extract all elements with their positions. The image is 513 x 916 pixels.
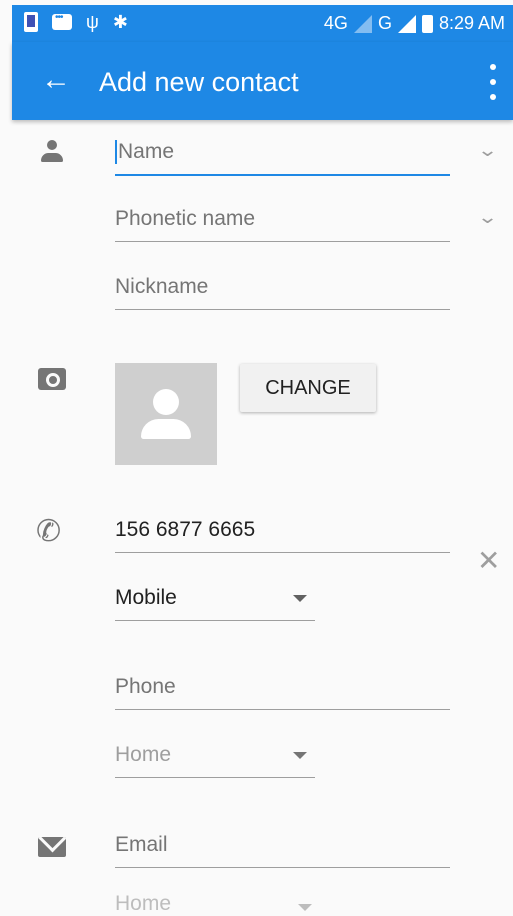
page-title: Add new contact xyxy=(99,67,299,97)
dropdown-caret-icon xyxy=(293,595,307,602)
email-icon xyxy=(38,837,66,857)
system-indicators: 4G G 8:29 AM xyxy=(324,13,505,34)
camera-icon xyxy=(38,368,66,390)
phone-field[interactable]: 156 6877 6665 xyxy=(115,508,450,553)
debug-icon: ✱ xyxy=(112,12,128,32)
phone2-placeholder: Phone xyxy=(115,675,176,698)
signal-icon-sim2 xyxy=(397,14,416,33)
phonetic-name-field[interactable]: Phonetic name xyxy=(115,197,450,242)
person-icon xyxy=(40,140,64,164)
app-toolbar: ← Add new contact xyxy=(12,42,513,120)
back-arrow-icon[interactable]: ← xyxy=(38,60,74,100)
usb-icon: ψ xyxy=(86,12,99,32)
dropdown-caret-icon xyxy=(293,752,307,759)
email-type-dropdown[interactable]: Home xyxy=(115,892,171,916)
expand-name-chevron-icon[interactable]: ⌄ xyxy=(477,140,498,161)
email-placeholder: Email xyxy=(115,833,168,856)
phonetic-name-placeholder: Phonetic name xyxy=(115,207,256,230)
network-4g-label: 4G xyxy=(323,13,348,33)
remove-phone-close-icon[interactable]: ✕ xyxy=(477,546,500,576)
more-options-icon[interactable] xyxy=(487,64,499,100)
phone-type-value: Mobile xyxy=(115,586,177,609)
text-cursor xyxy=(115,140,117,165)
expand-phonetic-chevron-icon[interactable]: ⌄ xyxy=(477,207,498,228)
signal-icon-sim1 xyxy=(353,14,372,33)
status-time: 8:29 AM xyxy=(438,13,505,33)
message-icon xyxy=(52,12,72,30)
app-notification-icon xyxy=(24,12,38,32)
status-bar: ψ ✱ 4G G 8:29 AM xyxy=(12,5,513,42)
network-g-label: G xyxy=(377,13,392,33)
phone2-type-value: Home xyxy=(115,743,172,766)
battery-icon xyxy=(421,14,433,33)
phone2-type-dropdown[interactable]: Home xyxy=(115,733,315,778)
nickname-placeholder: Nickname xyxy=(115,275,209,298)
name-field[interactable]: Name xyxy=(115,130,450,176)
email-field[interactable]: Email xyxy=(115,823,450,868)
change-photo-button[interactable]: CHANGE xyxy=(240,364,376,412)
phone2-field[interactable]: Phone xyxy=(115,665,450,710)
nickname-field[interactable]: Nickname xyxy=(115,265,450,310)
contact-photo-placeholder[interactable] xyxy=(115,363,217,465)
notification-icons: ψ ✱ xyxy=(24,12,128,32)
phone-value: 156 6877 6665 xyxy=(115,518,256,541)
name-placeholder: Name xyxy=(118,140,175,163)
phone-icon: ✆ xyxy=(36,515,62,548)
phone-type-dropdown[interactable]: Mobile xyxy=(115,576,315,621)
